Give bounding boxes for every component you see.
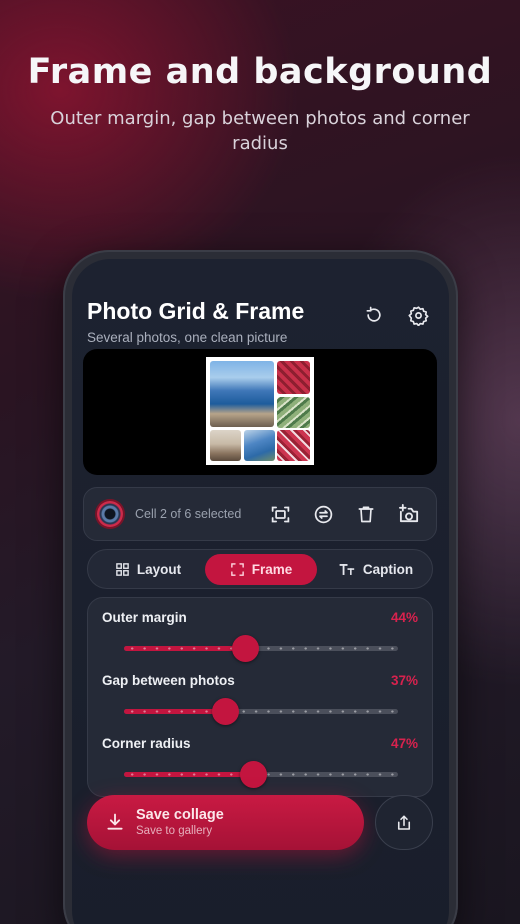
tab-caption[interactable]: Caption [320,554,432,585]
promo-title: Frame and background [27,52,493,92]
photo-cell-4[interactable] [210,430,241,461]
gap-slider[interactable] [124,698,398,725]
save-button-sublabel: Save to gallery [136,825,213,837]
outer-margin-slider[interactable] [124,635,398,662]
delete-button[interactable] [354,502,378,526]
share-icon [397,814,411,830]
save-collage-button[interactable]: Save collage Save to gallery [87,795,364,850]
text-size-icon [339,564,355,575]
frame-icon [230,563,244,576]
tab-layout[interactable]: Layout [92,554,204,585]
save-button-label: Save collage [136,807,224,823]
slider-value-outer-margin: 44% [390,610,418,625]
slider-handle[interactable] [231,635,259,662]
photo-cell-5[interactable] [244,430,275,461]
photo-cell-6[interactable] [277,430,310,461]
add-photo-icon [398,503,418,522]
cell-status: Cell 2 of 6 selected [135,507,242,521]
photo-cell-3[interactable] [277,397,310,428]
photo-cell-2[interactable] [277,361,310,394]
share-button[interactable] [375,795,433,850]
download-icon [107,813,123,830]
app-subtitle: Several photos, one clean picture [87,330,288,345]
tab-frame-label: Frame [251,562,293,577]
corner-radius-slider[interactable] [124,761,398,788]
slider-ticks [124,647,398,650]
slider-value-corner-radius: 47% [390,736,418,751]
cell-toolbar: Cell 2 of 6 selected [83,487,437,541]
crop-frame-icon [271,506,289,522]
reset-button[interactable] [360,301,388,329]
grid-icon [116,563,129,576]
phone-frame: Photo Grid & Frame Several photos, one c… [63,250,458,924]
tab-layout-label: Layout [136,562,182,577]
swap-icon [314,505,332,523]
fit-crop-button[interactable] [268,502,292,526]
editor-tabs: Layout Frame Caption [87,549,433,589]
photo-cell-1[interactable] [210,361,274,427]
app-screen: Photo Grid & Frame Several photos, one c… [72,259,449,924]
tab-caption-label: Caption [362,562,414,577]
swap-button[interactable] [311,502,335,526]
app-title: Photo Grid & Frame [87,298,305,324]
reset-icon [366,306,381,322]
slider-value-gap: 37% [390,673,418,688]
slider-ticks [124,710,398,713]
tab-frame[interactable]: Frame [205,554,317,585]
slider-handle[interactable] [212,698,240,725]
collage-preview[interactable] [83,349,437,475]
gear-icon [407,305,429,326]
frame-settings-panel: Outer margin 44% Gap between photos 37% … [87,597,433,797]
selected-cell-thumbnail[interactable] [97,501,123,527]
promo-subtitle: Outer margin, gap between photos and cor… [50,108,470,154]
settings-button[interactable] [404,301,432,329]
add-photo-button[interactable] [397,502,421,526]
slider-label-gap: Gap between photos [102,673,235,688]
trash-icon [358,506,374,523]
collage-image [206,357,314,465]
slider-label-corner-radius: Corner radius [102,736,191,751]
slider-label-outer-margin: Outer margin [102,610,187,625]
slider-handle[interactable] [239,761,267,788]
